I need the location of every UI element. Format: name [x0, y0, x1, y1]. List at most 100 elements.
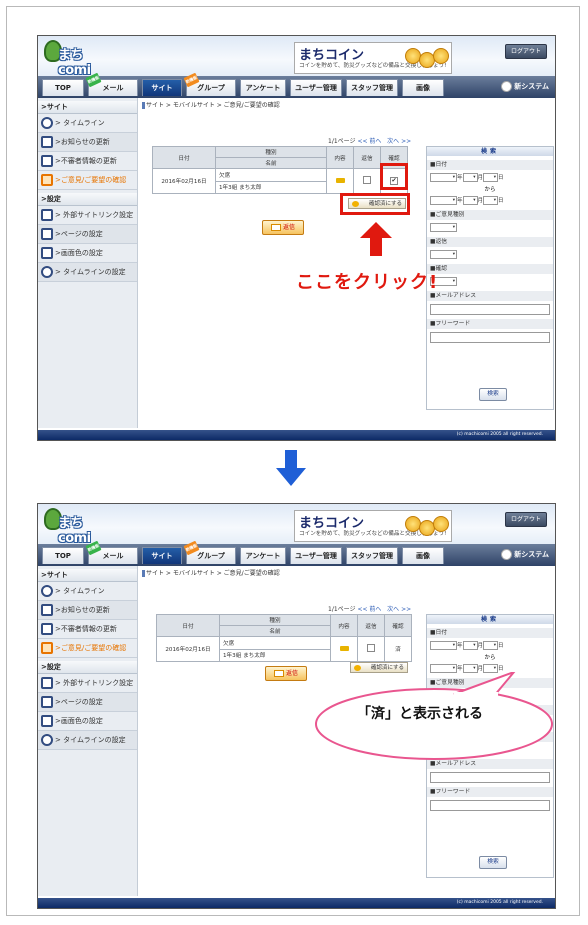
brush-icon: [41, 247, 53, 259]
reply-checkbox[interactable]: [353, 168, 381, 194]
prev-link[interactable]: << 前へ: [357, 606, 381, 613]
confirm-select[interactable]: ▾: [427, 277, 553, 287]
search-title: 検索: [427, 147, 553, 156]
blue-down-arrow-icon: [276, 450, 306, 486]
tab-user-admin[interactable]: ユーザー管理: [290, 79, 342, 96]
tab-images[interactable]: 画像: [402, 547, 444, 564]
screenshot-before: まちcomi まちコイン コインを貯めて、防災グッズなどの備品と交換しましょう!…: [37, 35, 556, 441]
machi-coin-banner[interactable]: まちコイン コインを貯めて、防災グッズなどの備品と交換しましょう!: [294, 510, 452, 542]
sidebar-header-site: >サイト: [38, 101, 137, 114]
sidebar-item-timeline[interactable]: > タイムライン: [38, 582, 137, 601]
tab-top[interactable]: TOP: [42, 547, 84, 564]
clock-icon: [41, 585, 53, 597]
row-date: 2016年02月16日: [156, 636, 220, 662]
row-name: 1年3組 まち太郎: [215, 180, 327, 194]
sidebar: >サイト > タイムライン >お知らせの更新 >不審者情報の更新 >ご意見/ご要…: [38, 566, 138, 896]
reply-button[interactable]: 返信: [265, 666, 307, 681]
sidebar-item-timeline-settings[interactable]: > タイムラインの設定: [38, 731, 137, 750]
tab-user-admin[interactable]: ユーザー管理: [290, 547, 342, 564]
sidebar-item-opinions[interactable]: >ご意見/ご要望の確認: [38, 639, 137, 658]
sidebar-item-pages[interactable]: >ページの設定: [38, 225, 137, 244]
col-type: 種別: [215, 146, 327, 158]
tab-staff-admin[interactable]: スタッフ管理: [346, 547, 398, 564]
main-tab-bar: TOP 新機能 メール サイト 新機能 グループ アンケート ユーザー管理 スタッフ…: [38, 540, 555, 566]
col-name: 名前: [219, 625, 331, 637]
type-select[interactable]: ▾: [427, 223, 553, 233]
clock-icon: [41, 266, 53, 278]
sidebar-item-external-links[interactable]: > 外部サイトリンク設定: [38, 206, 137, 225]
logo-text: まちcomi: [58, 48, 91, 78]
tab-group[interactable]: 新機能 グループ: [183, 540, 236, 564]
row-type: 欠席: [219, 636, 331, 650]
tab-survey[interactable]: アンケート: [240, 547, 286, 564]
machi-coin-banner[interactable]: まちコイン コインを貯めて、防災グッズなどの備品と交換しましょう!: [294, 42, 452, 74]
tab-survey[interactable]: アンケート: [240, 79, 286, 96]
reply-select[interactable]: ▾: [427, 250, 553, 260]
reply-button[interactable]: 返信: [262, 220, 304, 235]
search-date-label: ■日付: [427, 628, 553, 638]
sidebar-item-timeline-settings[interactable]: > タイムラインの設定: [38, 263, 137, 282]
envelope-icon: [270, 224, 281, 231]
reply-checkbox[interactable]: [357, 636, 385, 662]
tab-top[interactable]: TOP: [42, 79, 84, 96]
sidebar-item-news[interactable]: >お知らせの更新: [38, 601, 137, 620]
tab-site[interactable]: サイト: [142, 79, 182, 96]
tab-mail[interactable]: 新機能 メール: [85, 72, 138, 96]
page-icon: [41, 696, 53, 708]
arrow-icon: [41, 136, 53, 148]
gear-icon: [501, 81, 513, 92]
sidebar-item-external-links[interactable]: > 外部サイトリンク設定: [38, 674, 137, 693]
col-reply: 返信: [353, 146, 381, 169]
date-to-selects[interactable]: ▾ 年 ▾ 月 ▾ 日: [427, 196, 553, 206]
from-label: から: [484, 187, 496, 193]
date-from-selects[interactable]: ▾ 年 ▾ 月 ▾ 日: [427, 173, 553, 183]
search-button[interactable]: 検索: [479, 388, 507, 401]
sidebar-item-colors[interactable]: >画面色の設定: [38, 244, 137, 263]
sidebar-item-pages[interactable]: >ページの設定: [38, 693, 137, 712]
clock-icon: [41, 734, 53, 746]
search-reply-label: ■返信: [427, 237, 553, 247]
red-up-arrow-icon: [360, 222, 392, 256]
email-field[interactable]: [430, 304, 550, 315]
logout-button[interactable]: ログアウト: [505, 512, 547, 527]
freeword-field[interactable]: [430, 332, 550, 343]
new-system-link[interactable]: 新システム: [501, 81, 549, 92]
sidebar-item-timeline[interactable]: > タイムライン: [38, 114, 137, 133]
from-label: から: [484, 655, 496, 661]
sidebar-item-opinions[interactable]: >ご意見/ご要望の確認: [38, 171, 137, 190]
app-logo[interactable]: まちcomi: [44, 38, 110, 78]
search-button[interactable]: 検索: [479, 856, 507, 869]
row-date: 2016年02月16日: [152, 168, 216, 194]
col-content: 内容: [326, 146, 354, 169]
prev-link[interactable]: << 前へ: [357, 138, 381, 145]
search-freeword-label: ■フリーワード: [427, 787, 553, 797]
content-icon[interactable]: [326, 168, 354, 194]
tab-mail[interactable]: 新機能 メール: [85, 540, 138, 564]
new-system-link[interactable]: 新システム: [501, 549, 549, 560]
search-type-label: ■ご意見種別: [427, 210, 553, 220]
app-logo[interactable]: まちcomi: [44, 506, 110, 546]
pager: 1/1ページ << 前へ 次へ >>: [328, 606, 412, 613]
app-header: まちcomi まちコイン コインを貯めて、防災グッズなどの備品と交換しましょう!…: [38, 504, 555, 546]
logo-text: まちcomi: [58, 516, 91, 546]
sidebar-item-suspicious[interactable]: >不審者情報の更新: [38, 620, 137, 639]
sidebar-item-colors[interactable]: >画面色の設定: [38, 712, 137, 731]
email-field[interactable]: [430, 772, 550, 783]
coin-icon: [433, 516, 449, 532]
freeword-field[interactable]: [430, 800, 550, 811]
sidebar-header-settings: >設定: [38, 193, 137, 206]
footer: (c) machicomi 2005 all right reserved.: [38, 898, 555, 908]
row-type: 欠席: [215, 168, 327, 182]
tab-images[interactable]: 画像: [402, 79, 444, 96]
sidebar-item-news[interactable]: >お知らせの更新: [38, 133, 137, 152]
content-icon[interactable]: [330, 636, 358, 662]
date-from-selects[interactable]: ▾ 年 ▾ 月 ▾ 日: [427, 641, 553, 651]
next-link[interactable]: 次へ >>: [387, 138, 411, 145]
sidebar-item-suspicious[interactable]: >不審者情報の更新: [38, 152, 137, 171]
result-annotation: 「済」と表示される: [357, 706, 483, 722]
logout-button[interactable]: ログアウト: [505, 44, 547, 59]
tab-staff-admin[interactable]: スタッフ管理: [346, 79, 398, 96]
next-link[interactable]: 次へ >>: [387, 606, 411, 613]
tab-group[interactable]: 新機能 グループ: [183, 72, 236, 96]
tab-site[interactable]: サイト: [142, 547, 182, 564]
